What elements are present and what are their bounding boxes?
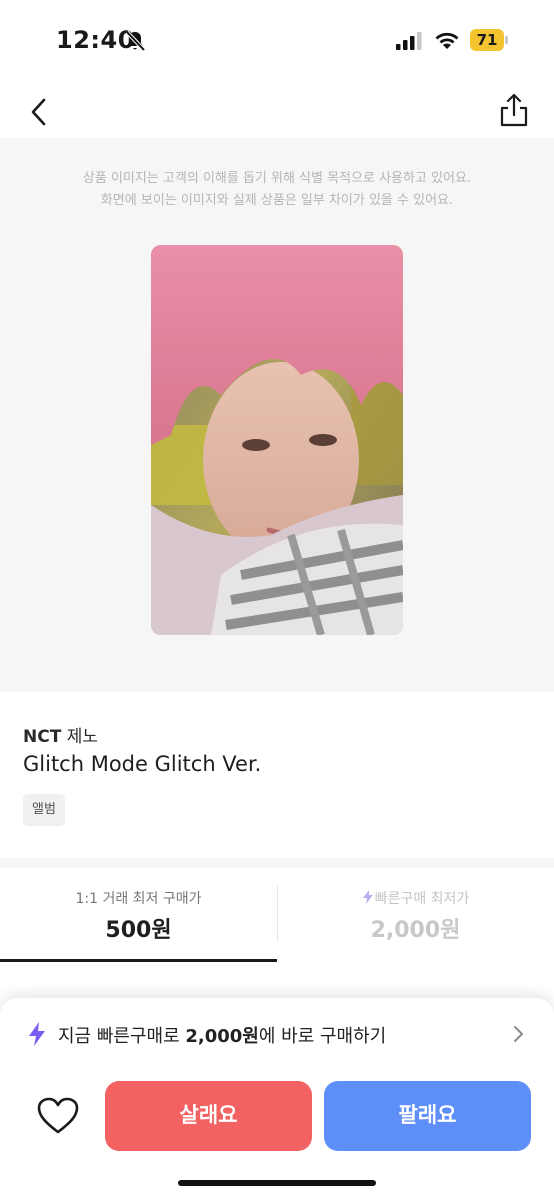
product-info: NCT 제노 Glitch Mode Glitch Ver. 앨범 [0,692,554,858]
navigation-bar [0,84,554,138]
chevron-left-icon[interactable] [24,92,56,132]
product-image-section: 상품 이미지는 고객의 이해를 돕기 위해 식별 목적으로 사용하고 있어요. … [0,138,554,692]
tab-price: 2,000원 [370,918,461,943]
artist-name: NCT 제노 [23,722,98,747]
quick-buy-text: 지금 빠른구매로 2,000원에 바로 구매하기 [58,1022,386,1048]
tab-label: 1:1 거래 최저 구매가 [75,891,202,907]
wifi-icon [435,32,459,49]
tab-label-wrap: 빠른구매 최저가 [277,888,554,908]
quick-buy-banner[interactable]: 지금 빠른구매로 2,000원에 바로 구매하기 [28,1016,528,1052]
buy-button[interactable]: 살래요 [105,1081,312,1151]
quick-buy-suffix: 에 바로 구매하기 [258,1026,387,1047]
heart-icon[interactable] [36,1096,80,1136]
bottom-action-sheet: 지금 빠른구매로 2,000원에 바로 구매하기 살래요 팔래요 [0,998,554,1200]
status-bar: 12:40 71 [0,0,554,84]
price-tabs: 1:1 거래 최저 구매가 500원 빠른구매 최저가 2,000원 [0,868,554,964]
tab-price: 500원 [105,918,172,943]
quick-buy-prefix: 지금 빠른구매로 [58,1026,186,1047]
artist-group: NCT [23,727,62,747]
quick-buy-price: 2,000원 [185,1026,259,1047]
share-icon[interactable] [496,90,532,130]
chevron-right-icon [514,1026,523,1042]
battery-level: 71 [476,31,498,49]
category-tag[interactable]: 앨범 [23,794,65,826]
cellular-signal-icon [396,32,422,50]
bell-slash-icon [125,30,146,52]
tab-active-indicator [0,959,277,962]
product-photocard-image[interactable] [151,245,403,635]
tab-quick-buy[interactable]: 빠른구매 최저가 2,000원 [277,868,554,964]
artist-member: 제노 [66,727,98,747]
lightning-icon [362,890,373,904]
battery-icon: 71 [470,29,508,51]
home-indicator [178,1180,376,1186]
product-name: Glitch Mode Glitch Ver. [23,752,262,776]
sell-button[interactable]: 팔래요 [324,1081,531,1151]
disclaimer-line-2: 화면에 보이는 이미지와 실제 상품은 일부 차이가 있을 수 있어요. [100,193,454,208]
image-disclaimer: 상품 이미지는 고객의 이해를 돕기 위해 식별 목적으로 사용하고 있어요. … [0,168,554,212]
tab-label: 빠른구매 최저가 [374,891,470,907]
disclaimer-line-1: 상품 이미지는 고객의 이해를 돕기 위해 식별 목적으로 사용하고 있어요. [82,171,472,186]
lightning-icon [29,1022,45,1046]
tab-direct-trade[interactable]: 1:1 거래 최저 구매가 500원 [0,868,277,964]
section-divider [0,858,554,868]
